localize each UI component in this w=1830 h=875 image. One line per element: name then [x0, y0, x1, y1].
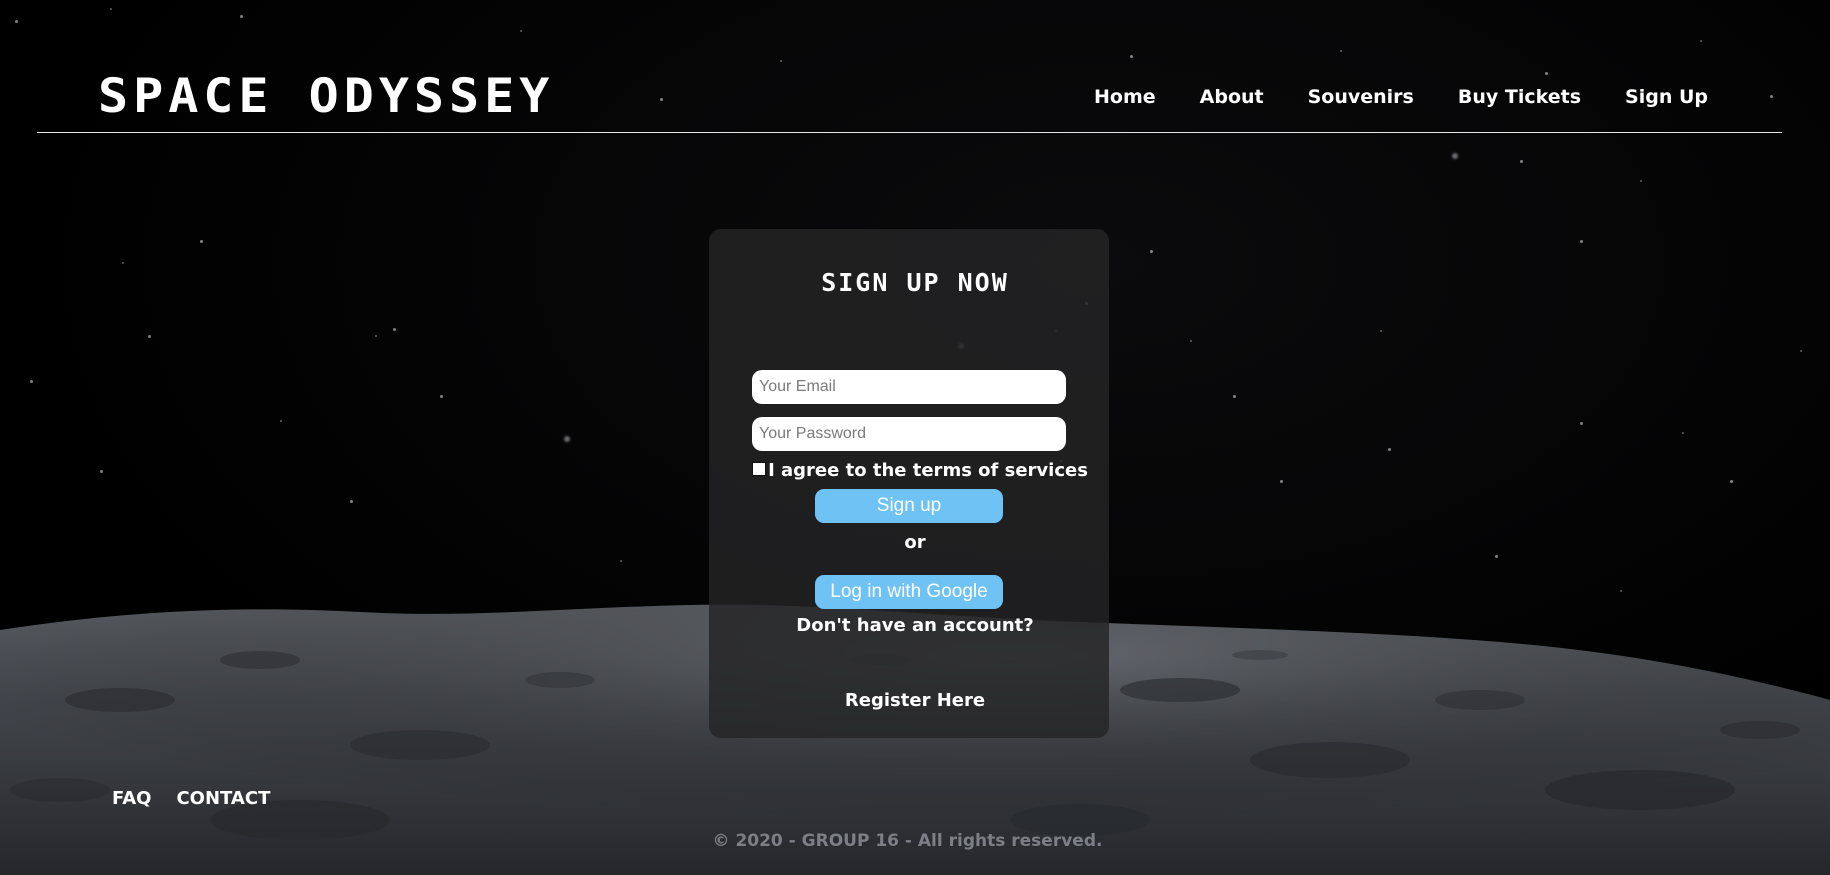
copyright-text: © 2020 - GROUP 16 - All rights reserved.: [712, 831, 1103, 851]
password-input[interactable]: [752, 417, 1066, 451]
signup-title: SIGN UP NOW: [821, 268, 1009, 297]
nav-home[interactable]: Home: [1094, 84, 1156, 110]
signup-card: [709, 229, 1109, 738]
google-login-button[interactable]: Log in with Google: [815, 575, 1003, 609]
sign-up-button[interactable]: Sign up: [815, 489, 1003, 523]
terms-checkbox[interactable]: [752, 462, 767, 476]
nav-souvenirs[interactable]: Souvenirs: [1308, 84, 1414, 110]
footer-faq-link[interactable]: FAQ: [112, 788, 151, 809]
no-account-text: Don't have an account?: [796, 615, 1034, 636]
email-input[interactable]: [752, 370, 1066, 404]
nav-sign-up[interactable]: Sign Up: [1625, 84, 1708, 110]
terms-row: I agree to the terms of services: [0, 460, 1830, 481]
or-separator: or: [904, 532, 926, 553]
register-link[interactable]: Register Here: [0, 690, 1830, 711]
footer-links: FAQ CONTACT: [112, 788, 270, 809]
site-logo[interactable]: SPACE ODYSSEY: [98, 68, 554, 125]
nav-about[interactable]: About: [1200, 84, 1264, 110]
main-nav: Home About Souvenirs Buy Tickets Sign Up: [1094, 84, 1708, 110]
page: SPACE ODYSSEY Home About Souvenirs Buy T…: [0, 0, 1830, 875]
terms-label: I agree to the terms of services: [768, 460, 1088, 481]
footer-contact-link[interactable]: CONTACT: [176, 788, 270, 809]
nav-buy-tickets[interactable]: Buy Tickets: [1458, 84, 1581, 110]
header-divider: [37, 132, 1782, 133]
